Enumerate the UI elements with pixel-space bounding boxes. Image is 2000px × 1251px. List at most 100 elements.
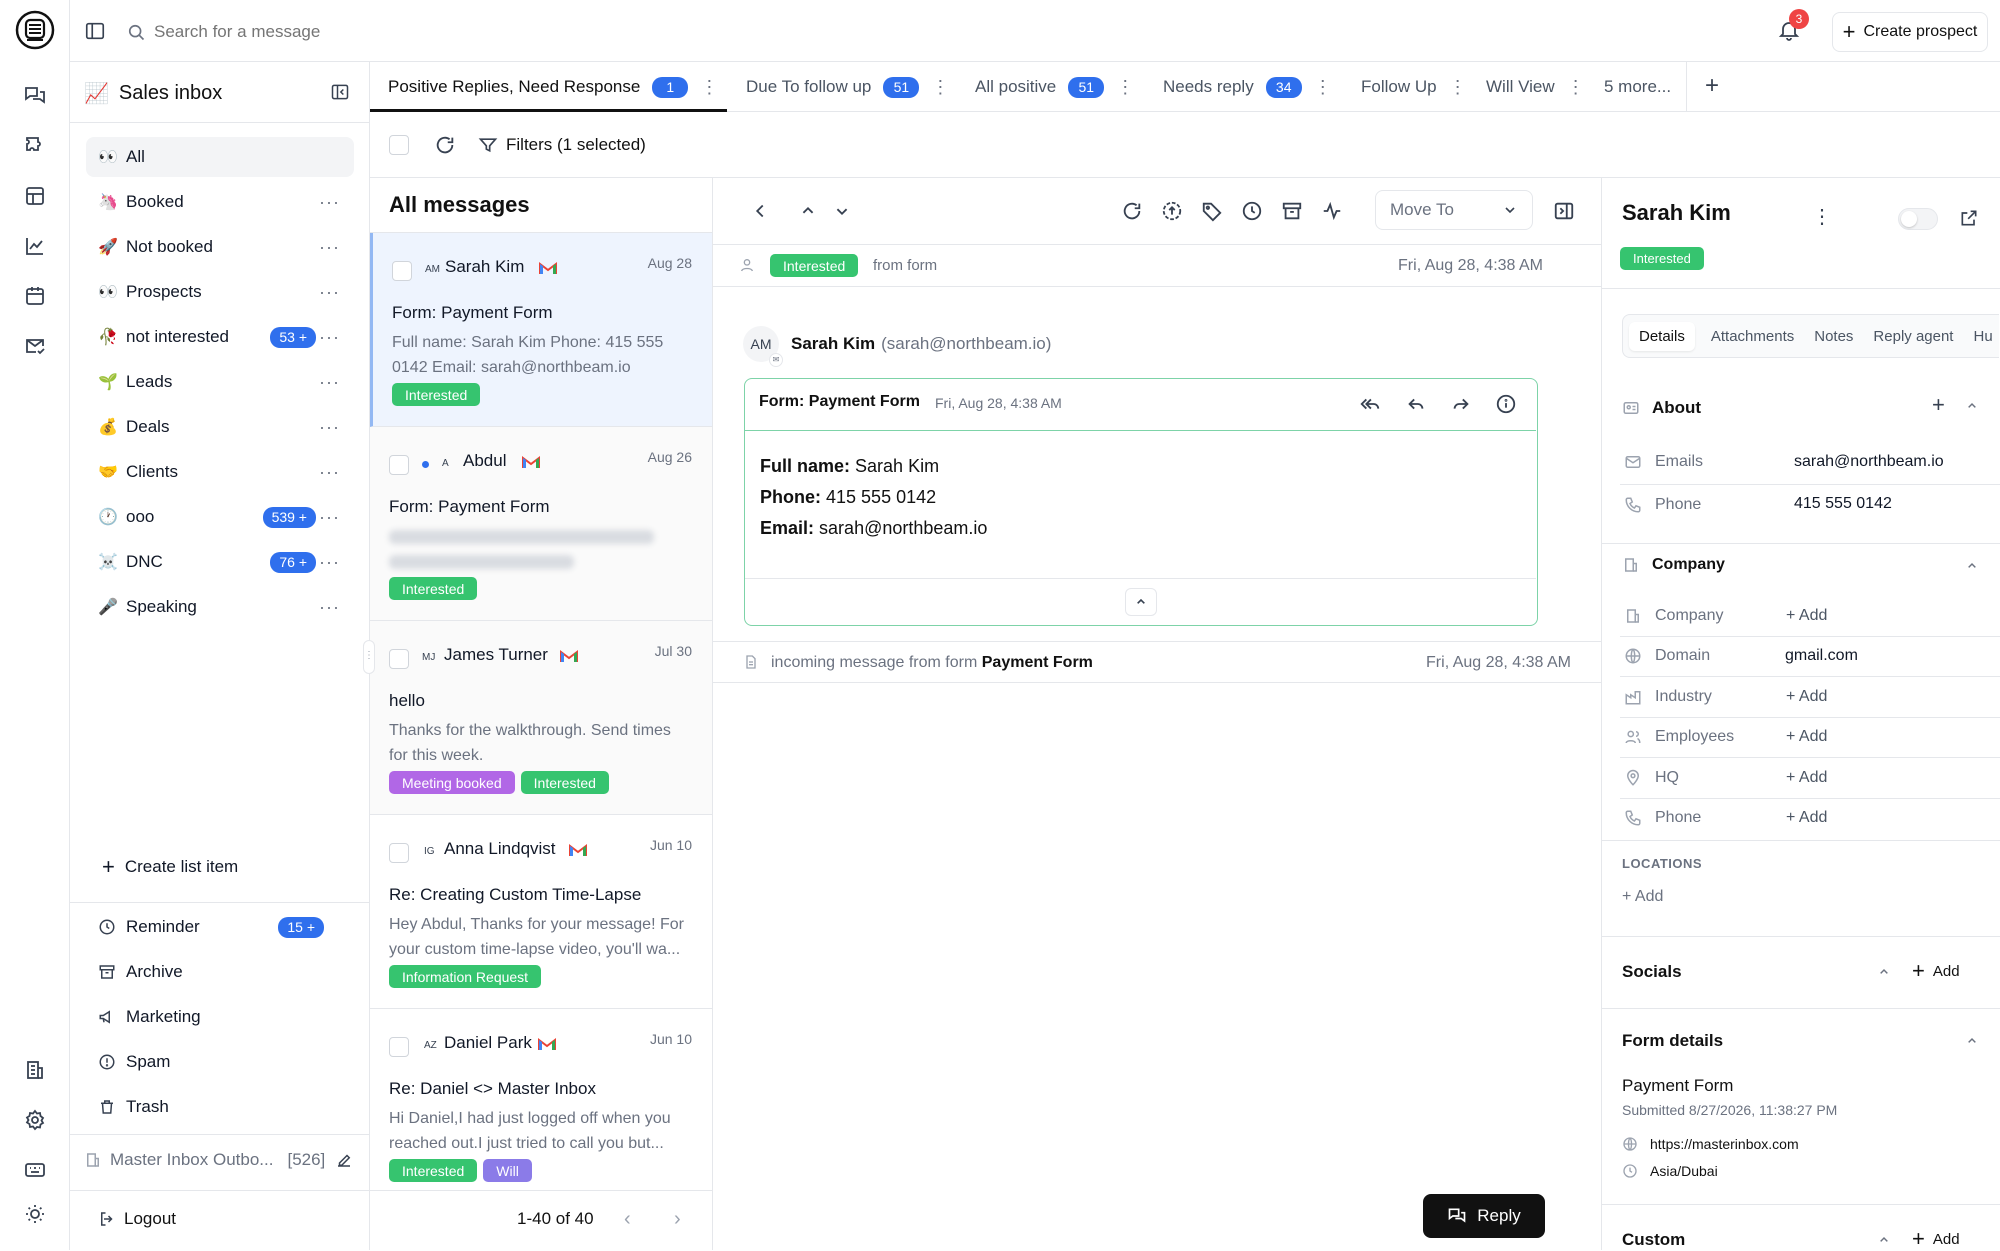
mail-check-icon[interactable] — [23, 334, 47, 358]
upload-status-icon[interactable] — [1161, 200, 1183, 222]
forward-icon[interactable] — [1450, 393, 1472, 415]
create-list-item-button[interactable]: + Create list item — [102, 852, 238, 882]
more-options-icon[interactable]: ··· — [319, 372, 340, 393]
settings-gear-icon[interactable] — [23, 1108, 47, 1132]
chevron-up-icon[interactable] — [1876, 964, 1892, 980]
outbox-selector[interactable]: Master Inbox Outbo... [526] — [84, 1145, 360, 1175]
tab-positive-replies[interactable]: Positive Replies, Need Response 1 ⋮ — [388, 62, 718, 112]
message-item[interactable]: A Abdul Aug 26 Form: Payment Form Intere… — [370, 427, 712, 621]
reply-icon[interactable] — [1405, 393, 1427, 415]
integrations-icon[interactable] — [23, 134, 47, 158]
add-company-phone-button[interactable]: + Add — [1786, 809, 1827, 827]
contact-menu-icon[interactable]: ⋮ — [1812, 204, 1832, 229]
refresh-icon[interactable] — [1121, 200, 1143, 222]
more-options-icon[interactable]: ··· — [319, 552, 340, 573]
tab-reply-agent[interactable]: Reply agent — [1873, 328, 1953, 345]
resize-handle[interactable]: ⋮ — [363, 640, 375, 674]
message-item[interactable]: AZ Daniel Park Jun 10 Re: Daniel <> Mast… — [370, 1009, 712, 1203]
calendar-icon[interactable] — [23, 284, 47, 308]
collapse-chevron-up-icon[interactable] — [1125, 588, 1157, 616]
add-custom-button[interactable]: + Add — [1912, 1228, 1960, 1250]
more-options-icon[interactable]: ··· — [319, 192, 340, 213]
buildings-icon[interactable] — [23, 1058, 47, 1082]
logout-button[interactable]: Logout — [98, 1204, 176, 1234]
sidebar-item-booked[interactable]: 🦄 Booked ··· — [86, 182, 354, 222]
next-page-chevron-icon[interactable]: › — [674, 1208, 681, 1231]
message-checkbox[interactable] — [389, 843, 409, 863]
tab-menu-icon[interactable]: ⋮ — [700, 77, 718, 98]
tab-menu-icon[interactable]: ⋮ — [1314, 77, 1332, 98]
prev-page-chevron-icon[interactable]: ‹ — [624, 1208, 631, 1231]
more-options-icon[interactable]: ··· — [319, 237, 340, 258]
tag-icon[interactable] — [1201, 200, 1223, 222]
search-input[interactable] — [154, 22, 674, 42]
theme-sun-icon[interactable] — [23, 1202, 47, 1226]
toggle-details-panel-icon[interactable] — [1553, 200, 1575, 222]
message-item[interactable]: IG Anna Lindqvist Jun 10 Re: Creating Cu… — [370, 815, 712, 1009]
collapse-sidebar-icon[interactable] — [330, 82, 350, 102]
tab-menu-icon[interactable]: ⋮ — [1567, 77, 1585, 98]
add-tab-plus-icon[interactable]: + — [1705, 74, 1719, 98]
sidebar-item-prospects[interactable]: 👀 Prospects ··· — [86, 272, 354, 312]
more-options-icon[interactable]: ··· — [319, 327, 340, 348]
message-checkbox[interactable] — [389, 455, 409, 475]
sidebar-item-ooo[interactable]: 🕐 ooo 539 + ··· — [86, 497, 354, 537]
add-employees-button[interactable]: + Add — [1786, 728, 1827, 746]
tab-menu-icon[interactable]: ⋮ — [931, 77, 949, 98]
more-options-icon[interactable]: ··· — [319, 282, 340, 303]
add-hq-button[interactable]: + Add — [1786, 769, 1827, 787]
open-external-icon[interactable] — [1959, 208, 1979, 228]
toggle-sidebar-icon[interactable] — [84, 20, 106, 42]
filters-button[interactable]: Filters (1 selected) — [478, 132, 646, 158]
message-item[interactable]: MJ James Turner Jul 30 hello Thanks for … — [370, 621, 712, 815]
tab-menu-icon[interactable]: ⋮ — [1449, 77, 1467, 98]
chevron-up-icon[interactable] — [1876, 1232, 1892, 1248]
tab-follow-up[interactable]: Follow Up ⋮ — [1361, 62, 1467, 112]
reply-button[interactable]: Reply — [1423, 1194, 1545, 1238]
tab-notes[interactable]: Notes — [1814, 328, 1853, 345]
domain-value[interactable]: gmail.com — [1785, 647, 1858, 665]
info-icon[interactable] — [1495, 393, 1517, 415]
table-icon[interactable] — [23, 184, 47, 208]
tab-details[interactable]: Details — [1629, 321, 1695, 351]
keyboard-icon[interactable] — [23, 1158, 47, 1182]
tab-will-view[interactable]: Will View ⋮ — [1486, 62, 1585, 112]
emails-value[interactable]: sarah@northbeam.io — [1794, 453, 1944, 471]
sidebar-item-all[interactable]: 👀 All — [86, 137, 354, 177]
sidebar-item-deals[interactable]: 💰 Deals ··· — [86, 407, 354, 447]
message-checkbox[interactable] — [389, 1037, 409, 1057]
sidebar-item-speaking[interactable]: 🎤 Speaking ··· — [86, 587, 354, 627]
tab-due-to-follow-up[interactable]: Due To follow up 51 ⋮ — [746, 62, 949, 112]
more-options-icon[interactable]: ··· — [319, 417, 340, 438]
company-section-header[interactable]: Company — [1622, 556, 1725, 574]
add-company-button[interactable]: + Add — [1786, 607, 1827, 625]
sidebar-item-spam[interactable]: Spam — [86, 1042, 354, 1082]
previous-message-chevron-up-icon[interactable] — [797, 200, 819, 222]
sidebar-item-not-interested[interactable]: 🥀 not interested 53 + ··· — [86, 317, 354, 357]
edit-icon[interactable] — [335, 1151, 353, 1169]
notifications-bell-icon[interactable]: 3 — [1777, 9, 1809, 44]
activity-icon[interactable] — [1321, 200, 1343, 222]
message-checkbox[interactable] — [389, 649, 409, 669]
sidebar-item-dnc[interactable]: ☠️ DNC 76 + ··· — [86, 542, 354, 582]
tab-menu-icon[interactable]: ⋮ — [1116, 77, 1134, 98]
messages-icon[interactable] — [23, 84, 47, 108]
refresh-icon[interactable] — [434, 134, 456, 156]
snooze-clock-icon[interactable] — [1241, 200, 1263, 222]
about-section-header[interactable]: About — [1622, 398, 1701, 418]
move-to-dropdown[interactable]: Move To — [1375, 190, 1533, 230]
message-checkbox[interactable] — [392, 261, 412, 281]
tab-needs-reply[interactable]: Needs reply 34 ⋮ — [1163, 62, 1332, 112]
archive-icon[interactable] — [1281, 200, 1303, 222]
more-options-icon[interactable]: ··· — [319, 597, 340, 618]
select-all-checkbox[interactable] — [389, 135, 409, 155]
tab-attachments[interactable]: Attachments — [1711, 328, 1794, 345]
form-url[interactable]: https://masterinbox.com — [1622, 1136, 1799, 1152]
sidebar-item-reminder[interactable]: Reminder 15 + — [86, 907, 354, 947]
sidebar-item-clients[interactable]: 🤝 Clients ··· — [86, 452, 354, 492]
create-prospect-button[interactable]: + Create prospect — [1832, 12, 1988, 52]
next-message-chevron-down-icon[interactable] — [831, 200, 853, 222]
phone-value[interactable]: 415 555 0142 — [1794, 495, 1892, 513]
sidebar-item-trash[interactable]: Trash — [86, 1087, 354, 1127]
tab-hu[interactable]: Hu — [1973, 328, 1992, 345]
